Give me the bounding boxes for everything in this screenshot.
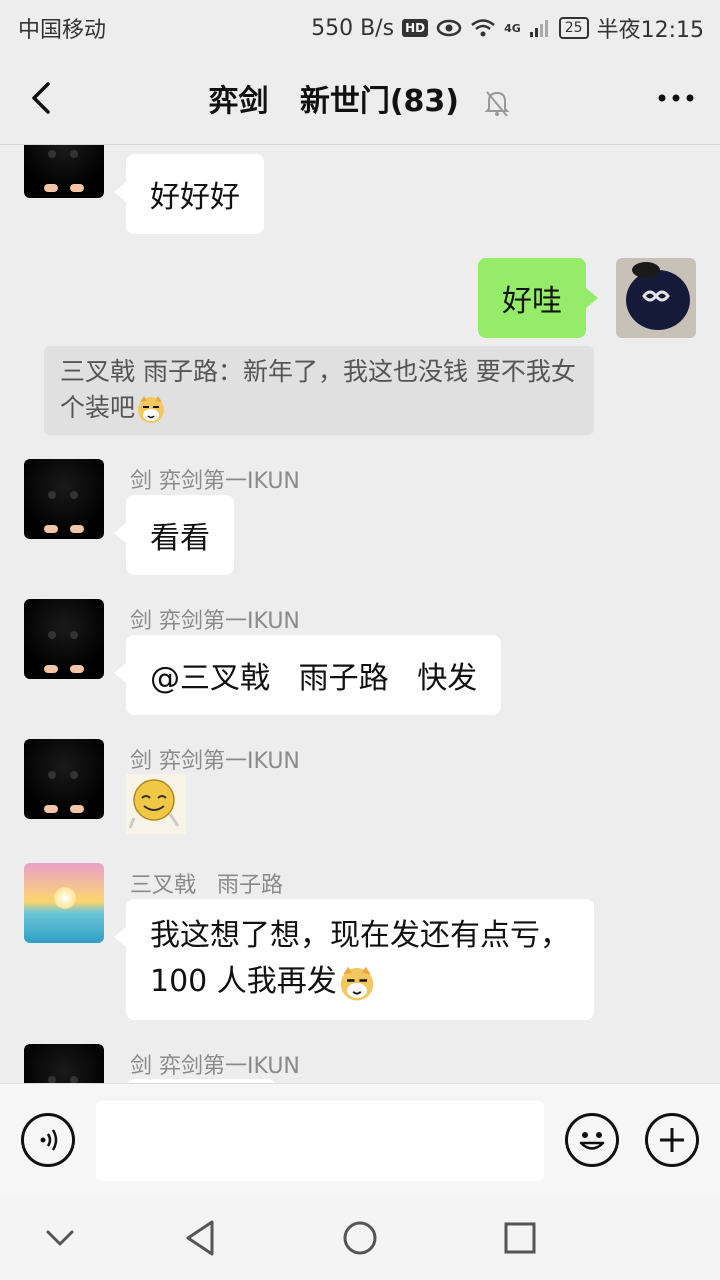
message-text: 看看 bbox=[150, 521, 210, 556]
plus-icon[interactable] bbox=[645, 1113, 699, 1167]
avatar-eye bbox=[48, 1076, 56, 1083]
voice-wave-glyph bbox=[40, 1129, 58, 1151]
my-avatar[interactable] bbox=[616, 258, 696, 338]
message-bubble[interactable]: 看看 bbox=[114, 495, 234, 575]
avatar-paw bbox=[70, 525, 84, 533]
eye-icon bbox=[436, 19, 462, 37]
sender-name: 剑 弈剑第一IKUN bbox=[130, 749, 300, 774]
doge-emoji-icon bbox=[340, 966, 374, 1000]
input-bar bbox=[0, 1083, 720, 1197]
avatar-paw bbox=[44, 665, 58, 673]
avatar-eye bbox=[48, 771, 56, 779]
emoji-icon[interactable] bbox=[565, 1113, 619, 1167]
avatar-sun bbox=[54, 887, 76, 909]
avatar-eye bbox=[48, 150, 56, 158]
smile-glyph bbox=[579, 1132, 605, 1150]
signal-type: 4G bbox=[504, 21, 521, 35]
message-text-line: 我这想了想，现在发还有点亏， bbox=[150, 918, 570, 953]
avatar-eye bbox=[70, 491, 78, 499]
avatar-figure bbox=[626, 262, 690, 330]
avatar[interactable] bbox=[24, 459, 104, 539]
avatar-paw bbox=[70, 665, 84, 673]
sender-name: 剑 弈剑第一IKUN bbox=[130, 469, 300, 494]
avatar-eye bbox=[70, 631, 78, 639]
avatar-eye bbox=[48, 491, 56, 499]
doge-emoji-icon bbox=[138, 396, 165, 423]
smiley-sticker-icon[interactable] bbox=[126, 774, 186, 834]
sender-name: 剑 弈剑第一IKUN bbox=[130, 609, 300, 634]
message-text: @三叉戟 雨子路 快发 bbox=[150, 661, 478, 696]
signal-icon bbox=[529, 20, 548, 37]
plus-glyph bbox=[660, 1128, 684, 1152]
clock: 半夜12:15 bbox=[596, 18, 704, 43]
message-bubble[interactable]: 好好好 bbox=[114, 154, 264, 234]
message-input[interactable] bbox=[96, 1101, 544, 1181]
back-triangle-icon[interactable] bbox=[178, 1216, 222, 1260]
message-text: 100 人我再发 bbox=[150, 964, 337, 999]
hide-keyboard-icon[interactable] bbox=[38, 1216, 82, 1260]
avatar[interactable] bbox=[24, 145, 104, 198]
bell-off-icon bbox=[485, 90, 510, 117]
wifi-icon bbox=[471, 19, 495, 37]
avatar-eye bbox=[70, 150, 78, 158]
avatar[interactable] bbox=[24, 739, 104, 819]
voice-icon[interactable] bbox=[21, 1113, 75, 1167]
more-dots-icon[interactable] bbox=[654, 80, 698, 116]
net-speed: 550 B/s bbox=[311, 15, 395, 41]
avatar-paw bbox=[70, 184, 84, 192]
avatar-eye bbox=[70, 771, 78, 779]
message-list[interactable]: 好好好 好哇 三叉戟 雨子路：新年了，我这也没钱 要不我女个装吧 剑 弈剑第一I… bbox=[0, 145, 720, 1083]
message-bubble-sent[interactable]: 好哇 bbox=[478, 258, 598, 338]
avatar-paw bbox=[44, 805, 58, 813]
avatar-eye bbox=[48, 631, 56, 639]
message-text: 好好好 bbox=[150, 180, 240, 215]
chat-title-wrap: 弈剑 新世门(83) bbox=[0, 76, 720, 120]
recents-square-icon[interactable] bbox=[498, 1216, 542, 1260]
quoted-message[interactable]: 三叉戟 雨子路：新年了，我这也没钱 要不我女个装吧 bbox=[44, 346, 594, 435]
message-text: 好哇 bbox=[502, 284, 562, 319]
home-circle-icon[interactable] bbox=[338, 1216, 382, 1260]
message-bubble[interactable]: 我这想了想，现在发还有点亏， 100 人我再发 bbox=[114, 899, 594, 1020]
carrier-label: 中国移动 bbox=[18, 18, 107, 43]
system-nav-bar bbox=[0, 1196, 720, 1280]
hd-icon: HD bbox=[402, 19, 429, 37]
sender-name: 三叉戟 雨子路 bbox=[130, 873, 283, 898]
status-right: 550 B/s HD 4G 25 半夜12:15 bbox=[311, 12, 704, 44]
message-text-line-2: 100 人我再发 bbox=[150, 959, 570, 1005]
sender-name: 剑 弈剑第一IKUN bbox=[130, 1054, 300, 1079]
avatar[interactable] bbox=[24, 599, 104, 679]
status-bar: 中国移动 550 B/s HD 4G 25 半夜12:15 bbox=[0, 0, 720, 50]
chat-header: 弈剑 新世门(83) bbox=[0, 50, 720, 145]
message-bubble[interactable]: @三叉戟 雨子路 快发 bbox=[113, 635, 502, 715]
avatar[interactable] bbox=[24, 1044, 104, 1083]
battery-icon: 25 bbox=[558, 17, 589, 39]
chat-title: 弈剑 新世门(83) bbox=[208, 84, 460, 119]
avatar-paw bbox=[44, 184, 58, 192]
avatar-eye bbox=[70, 1076, 78, 1083]
avatar[interactable] bbox=[24, 863, 104, 943]
avatar-paw bbox=[70, 805, 84, 813]
avatar-paw bbox=[44, 525, 58, 533]
